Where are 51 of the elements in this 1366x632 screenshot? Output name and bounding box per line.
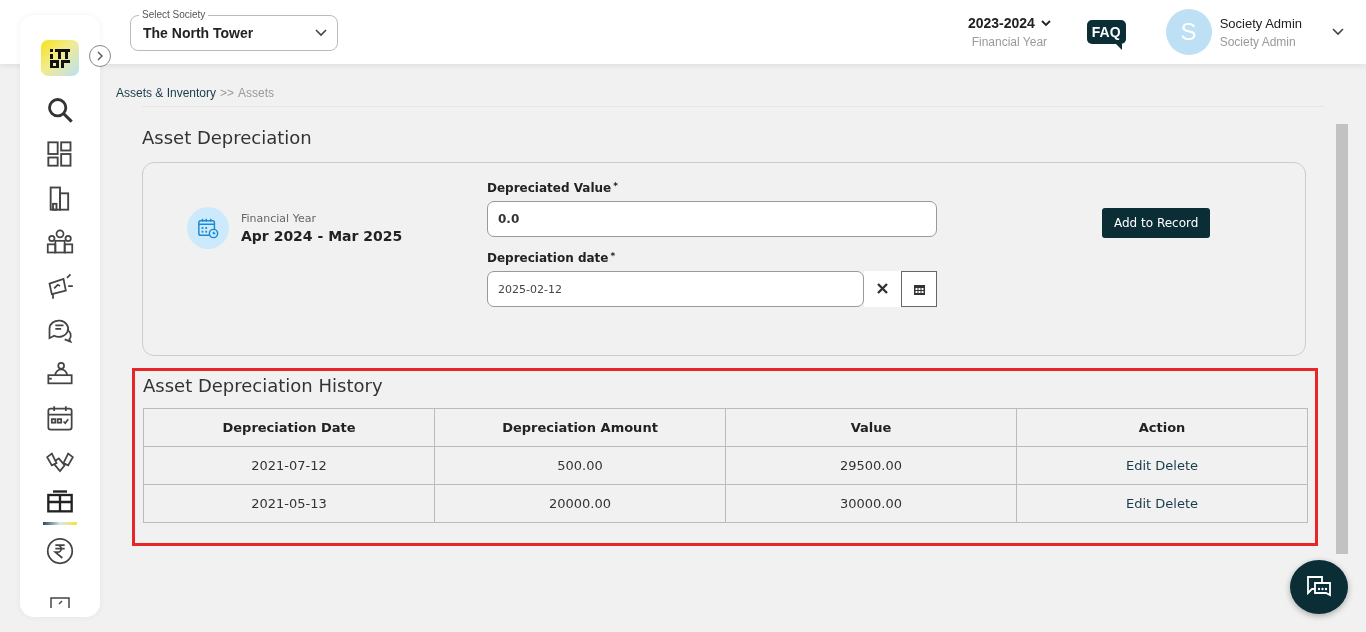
- section-title: Asset Depreciation History: [143, 375, 384, 396]
- megaphone-icon: [46, 272, 74, 301]
- calendar-clock-icon: [187, 207, 229, 249]
- field-label: Depreciation date: [487, 251, 609, 265]
- table-cell: 30000.00: [725, 484, 1017, 523]
- society-select-value: The North Tower: [143, 25, 254, 41]
- calendar-icon: [46, 404, 74, 433]
- column-header: Depreciation Amount: [434, 408, 726, 447]
- financial-year-caption: Financial Year: [971, 35, 1048, 49]
- rupee-icon: [46, 536, 74, 565]
- financial-year-select[interactable]: 2023-2024: [967, 15, 1035, 31]
- table-cell: 500.00: [434, 446, 726, 485]
- chevron-down-icon: [315, 29, 327, 37]
- user-role: Society Admin: [1219, 34, 1297, 49]
- input-field[interactable]: 0.0: [487, 201, 937, 237]
- breadcrumb-link[interactable]: Assets & Inventory: [116, 86, 217, 100]
- user-name: Society Admin: [1219, 15, 1302, 31]
- chat-button[interactable]: [1290, 560, 1348, 614]
- column-header: Action: [1016, 408, 1308, 447]
- date-field[interactable]: 2025-02-12: [487, 271, 864, 307]
- table-cell: 20000.00: [434, 484, 726, 523]
- search-icon: [46, 95, 74, 124]
- column-header: Value: [725, 408, 1017, 447]
- financial-year-value: Apr 2024 - Mar 2025: [241, 228, 403, 244]
- calendar-button[interactable]: [901, 271, 937, 307]
- required-mark: *: [610, 251, 616, 263]
- required-mark: *: [613, 181, 618, 193]
- section-title: Asset Depreciation: [142, 106, 1324, 148]
- breadcrumb-separator: >>: [220, 86, 235, 100]
- action-link[interactable]: Edit: [1125, 458, 1152, 473]
- action-link[interactable]: Delete: [1155, 458, 1198, 473]
- close-icon: [877, 283, 888, 294]
- chevron-down-icon[interactable]: [1332, 28, 1344, 36]
- society-select-label: Select Society: [139, 8, 209, 21]
- chevron-right-icon: [96, 51, 104, 61]
- calendar-icon: [912, 282, 926, 296]
- action-link[interactable]: Delete: [1155, 496, 1198, 511]
- scrollbar[interactable]: [1336, 124, 1348, 554]
- table-cell: 29500.00: [725, 446, 1017, 485]
- action-link[interactable]: Edit: [1125, 496, 1152, 511]
- add-to-record-button[interactable]: Add to Record: [1102, 208, 1211, 238]
- field-label: Depreciated Value: [487, 181, 612, 195]
- chevron-down-icon[interactable]: [1040, 19, 1051, 27]
- table-cell: 2021-07-12: [143, 446, 435, 485]
- breadcrumb-current: Assets: [238, 86, 275, 100]
- column-header: Depreciation Date: [143, 408, 435, 447]
- app-logo[interactable]: [41, 40, 79, 76]
- grid-icon: [46, 139, 74, 168]
- table-cell: 2021-05-13: [143, 484, 435, 523]
- clear-button[interactable]: [864, 271, 901, 307]
- financial-year-label: Financial Year: [241, 212, 317, 225]
